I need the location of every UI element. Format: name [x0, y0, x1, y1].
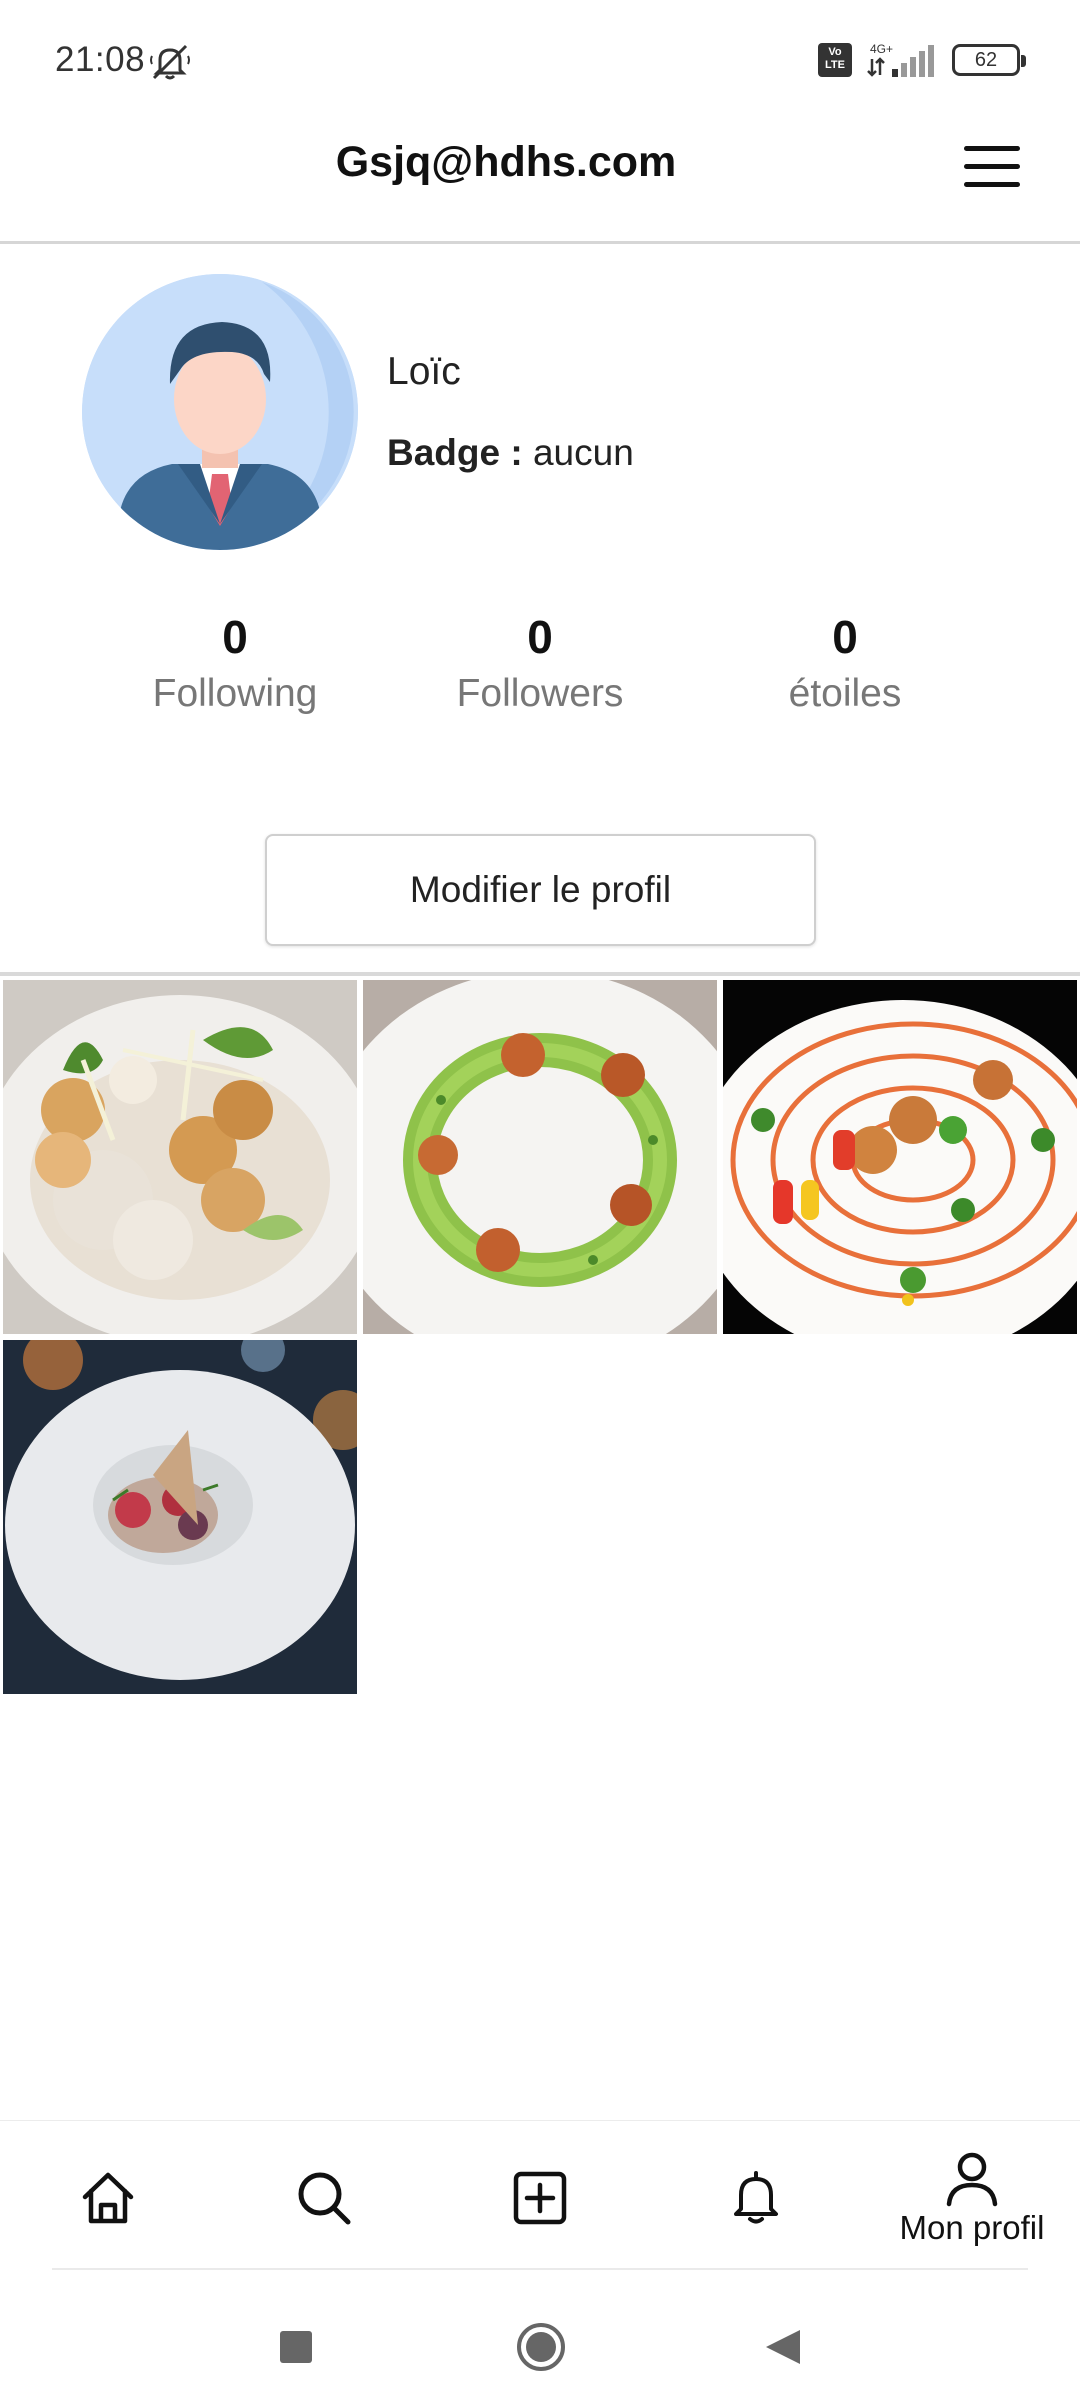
stars-label: étoiles — [788, 672, 902, 715]
dish-photo-4 — [3, 1340, 357, 1694]
network-label: 4G+ — [870, 42, 893, 56]
nav-add-post[interactable] — [432, 2121, 648, 2271]
add-post-icon — [513, 2171, 567, 2225]
nav-profile[interactable]: Mon profil — [864, 2121, 1080, 2271]
profile-stats: 0 Following 0 Followers 0 étoiles — [0, 610, 1080, 730]
system-nav-bar — [0, 2290, 1080, 2400]
avatar — [82, 274, 358, 550]
stat-stars[interactable]: 0 étoiles — [715, 610, 975, 716]
followers-label: Followers — [456, 672, 624, 715]
stars-count: 0 — [832, 611, 858, 663]
search-icon — [298, 2172, 351, 2225]
dish-photo-2 — [363, 980, 717, 1334]
badge-label: Badge : — [387, 432, 523, 473]
status-bar: 21:08 Vo LTE 4G+ 62 — [0, 0, 1080, 110]
stat-followers[interactable]: 0 Followers — [410, 610, 670, 716]
stat-following[interactable]: 0 Following — [105, 610, 365, 716]
profile-icon — [946, 2152, 998, 2207]
avatar-illustration — [82, 274, 358, 550]
system-nav-buttons — [280, 2323, 800, 2371]
nav-divider — [52, 2268, 1028, 2270]
back-icon[interactable] — [766, 2330, 800, 2364]
muted-bell-icon — [150, 44, 190, 80]
post-thumbnail[interactable] — [723, 980, 1077, 1334]
following-count: 0 — [222, 611, 248, 663]
profile-name: Loïc — [387, 350, 461, 393]
bell-icon — [734, 2171, 778, 2224]
recent-apps-icon[interactable] — [280, 2331, 312, 2363]
hamburger-menu-icon[interactable] — [964, 146, 1020, 188]
followers-count: 0 — [527, 611, 553, 663]
badge-info: Badge : aucun — [387, 432, 634, 474]
section-divider — [0, 972, 1080, 976]
signal-icon: 4G+ — [867, 42, 934, 77]
status-time: 21:08 — [55, 40, 146, 79]
bottom-nav: Mon profil — [0, 2120, 1080, 2270]
volte-badge: Vo LTE — [818, 43, 852, 77]
post-thumbnail[interactable] — [3, 1340, 357, 1694]
badge-value: aucun — [532, 432, 634, 473]
dish-photo-3 — [723, 980, 1077, 1334]
nav-notifications[interactable] — [648, 2121, 864, 2271]
dish-photo-1 — [3, 980, 357, 1334]
post-thumbnail[interactable] — [3, 980, 357, 1334]
status-indicators: Vo LTE 4G+ 62 — [818, 40, 1026, 80]
page-title: Gsjq@hdhs.com — [335, 138, 677, 186]
following-label: Following — [152, 672, 318, 715]
battery-icon: 62 — [952, 44, 1026, 76]
nav-profile-label: Mon profil — [899, 2209, 1045, 2246]
nav-search[interactable] — [216, 2121, 432, 2271]
battery-level: 62 — [974, 48, 998, 71]
edit-profile-button[interactable]: Modifier le profil — [265, 834, 816, 946]
app-header: Gsjq@hdhs.com — [0, 110, 1080, 244]
post-thumbnail[interactable] — [363, 980, 717, 1334]
home-icon — [82, 2172, 134, 2224]
nav-home[interactable] — [0, 2121, 216, 2271]
